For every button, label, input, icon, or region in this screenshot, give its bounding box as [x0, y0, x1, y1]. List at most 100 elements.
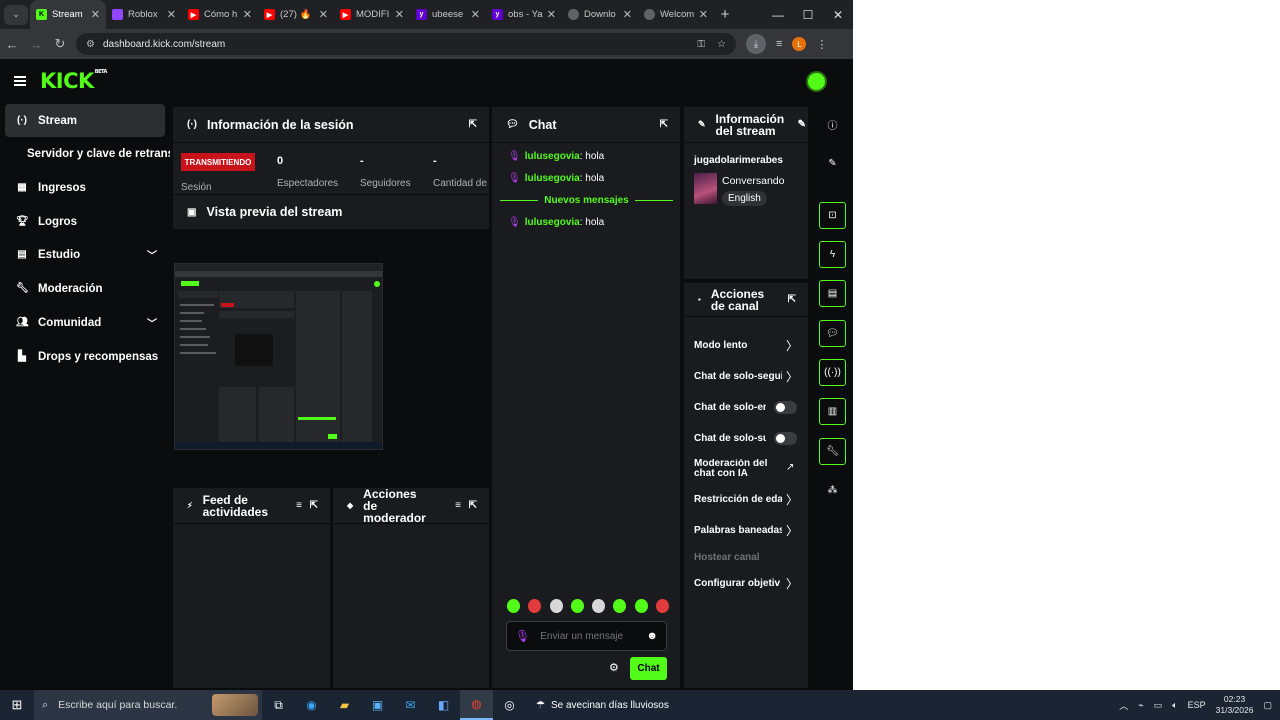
weather-widget[interactable]: ☂ Se avecinan días lluviosos	[536, 700, 669, 711]
close-tab-icon[interactable]: ✕	[395, 8, 404, 21]
chat-bubble-icon[interactable]: 💬︎	[819, 320, 846, 347]
chevron-right-icon[interactable]: 〉	[786, 337, 798, 354]
taskbar-search-field[interactable]: ⌕ Escribe aquí para buscar.	[34, 690, 262, 720]
slow-mode-item[interactable]: Modo lento	[694, 340, 782, 351]
app-icon[interactable]: ◧	[427, 690, 460, 720]
language-indicator[interactable]: ESP	[1188, 700, 1206, 710]
media-control-icon[interactable]: ≡	[776, 38, 782, 50]
tab-search-button[interactable]: ⌄	[4, 4, 28, 25]
tab-yahoo-obs[interactable]: y obs - Ya ✕	[486, 0, 562, 29]
emote-icon[interactable]	[634, 599, 648, 613]
sidebar-item-ingresos[interactable]: ▦ Ingresos	[5, 171, 165, 204]
chat-username[interactable]: lulusegovia	[525, 173, 580, 184]
forward-arrow-icon[interactable]: →	[24, 37, 48, 52]
send-chat-button[interactable]: Chat	[630, 657, 667, 680]
chevron-right-icon[interactable]: 〉	[786, 491, 798, 508]
edge-browser-icon[interactable]: ◉	[295, 690, 328, 720]
windows-start-icon[interactable]: ⊞	[0, 697, 34, 713]
tab-kick-stream[interactable]: K Stream ✕	[30, 0, 106, 29]
edit-pencil-icon[interactable]: ✎	[819, 150, 846, 177]
close-tab-icon[interactable]: ✕	[167, 8, 176, 21]
chat-username[interactable]: lulusegovia	[525, 151, 580, 162]
popout-icon[interactable]: ⇱	[660, 119, 668, 130]
popout-icon[interactable]: ⇱	[469, 500, 477, 511]
popout-icon[interactable]: ⇱	[469, 119, 477, 130]
user-avatar[interactable]	[806, 71, 827, 92]
chevron-right-icon[interactable]: 〉	[786, 575, 798, 592]
tab-roblox[interactable]: Roblox ✕	[106, 0, 182, 29]
minimize-icon[interactable]: —	[763, 8, 793, 22]
store-icon[interactable]: ▣	[361, 690, 394, 720]
network-icon[interactable]: ⌁	[1138, 700, 1143, 711]
emote-icon[interactable]	[655, 599, 669, 613]
close-tab-icon[interactable]: ✕	[623, 8, 632, 21]
layout-icon[interactable]: ▥	[819, 398, 846, 425]
obs-icon[interactable]: ◎	[493, 690, 526, 720]
chat-username[interactable]: lulusegovia	[525, 217, 580, 228]
emote-icon[interactable]	[549, 599, 563, 613]
subscribers-only-toggle[interactable]	[774, 432, 797, 445]
battery-icon[interactable]: ▭	[1154, 700, 1163, 711]
category-thumbnail[interactable]	[694, 173, 717, 204]
chat-message[interactable]: 🎙︎ lulusegovia: hola	[508, 173, 604, 184]
tab-yahoo-ubeese[interactable]: y ubeese ✕	[410, 0, 486, 29]
emote-icon[interactable]	[613, 599, 627, 613]
reload-icon[interactable]: ↻	[48, 36, 72, 52]
chrome-icon[interactable]: ◍	[460, 690, 493, 720]
set-goals-item[interactable]: Configurar objetivos	[694, 578, 780, 589]
url-field[interactable]: ⚙ dashboard.kick.com/stream ⚿ ☆	[76, 33, 736, 55]
chat-message[interactable]: 🎙︎ lulusegovia: hola	[508, 217, 604, 228]
emote-icon[interactable]	[507, 599, 520, 613]
password-key-icon[interactable]: ⚿	[697, 39, 705, 50]
wrench-icon[interactable]: 🔧︎	[819, 438, 846, 465]
banned-words-item[interactable]: Palabras baneadas	[694, 525, 782, 536]
mail-icon[interactable]: ✉	[394, 690, 427, 720]
tab-youtube-27[interactable]: ▶ (27) 🔥 ✕	[258, 0, 334, 29]
close-tab-icon[interactable]: ✕	[91, 8, 100, 21]
close-tab-icon[interactable]: ✕	[699, 8, 708, 21]
chat-message[interactable]: 🎙︎ lulusegovia: hola	[508, 151, 604, 162]
browser-menu-icon[interactable]: ⋮	[816, 38, 827, 51]
lightning-icon[interactable]: ϟ	[819, 241, 846, 268]
tab-welcome[interactable]: Welcom ✕	[638, 0, 714, 29]
filter-icon[interactable]: ≡	[296, 500, 302, 511]
stream-preview-video[interactable]	[174, 263, 383, 450]
hamburger-menu-icon[interactable]	[14, 76, 26, 86]
chat-message-input[interactable]	[540, 630, 641, 642]
emotes-only-toggle[interactable]	[774, 401, 797, 414]
kick-logo[interactable]: KICKBETA	[40, 69, 107, 93]
sidebar-item-stream-key[interactable]: Servidor y clave de retransmisión	[27, 148, 170, 160]
stream-category[interactable]: Conversando	[722, 175, 784, 187]
sidebar-item-estudio[interactable]: ▤ Estudio ﹀	[5, 238, 165, 271]
close-tab-icon[interactable]: ✕	[319, 8, 328, 21]
bookmark-star-icon[interactable]: ☆	[717, 39, 726, 50]
clip-icon[interactable]: ⊡	[819, 202, 846, 229]
sidebar-item-moderacion[interactable]: 🔧︎ Moderación	[5, 272, 165, 305]
sidebar-item-drops[interactable]: ▙ Drops y recompensas	[5, 340, 165, 373]
download-icon[interactable]: ⤓	[746, 34, 766, 54]
popout-icon[interactable]: ⇱	[788, 294, 796, 305]
close-tab-icon[interactable]: ✕	[547, 8, 556, 21]
sidebar-item-logros[interactable]: 🏆︎ Logros	[5, 205, 165, 238]
file-explorer-icon[interactable]: ▰	[328, 690, 361, 720]
followers-only-item[interactable]: Chat de solo-seguidores	[694, 371, 782, 382]
external-link-icon[interactable]: ↗	[786, 462, 794, 473]
add-widget-icon[interactable]: ⁂	[819, 477, 846, 504]
task-view-icon[interactable]: ⧉	[262, 690, 295, 720]
site-info-icon[interactable]: ⚙	[86, 39, 95, 50]
emote-icon[interactable]	[570, 599, 584, 613]
close-window-icon[interactable]: ✕	[823, 8, 853, 22]
notes-icon[interactable]: ▤	[819, 280, 846, 307]
emoji-icon[interactable]: ☻	[646, 630, 658, 642]
volume-icon[interactable]: 🔈︎	[1172, 700, 1177, 711]
popout-icon[interactable]: ⇱	[310, 500, 318, 511]
emote-icon[interactable]	[592, 599, 606, 613]
age-restriction-item[interactable]: Restricción de edad	[694, 494, 782, 505]
chevron-right-icon[interactable]: 〉	[786, 522, 798, 539]
close-tab-icon[interactable]: ✕	[471, 8, 480, 21]
broadcast-icon[interactable]: ((·))	[819, 359, 846, 386]
sidebar-item-comunidad[interactable]: 👥︎ Comunidad ﹀	[5, 306, 165, 339]
filter-icon[interactable]: ≡	[455, 500, 461, 511]
ai-moderation-item[interactable]: Moderación del chat con IA	[694, 459, 774, 479]
profile-avatar[interactable]: L	[792, 37, 807, 51]
